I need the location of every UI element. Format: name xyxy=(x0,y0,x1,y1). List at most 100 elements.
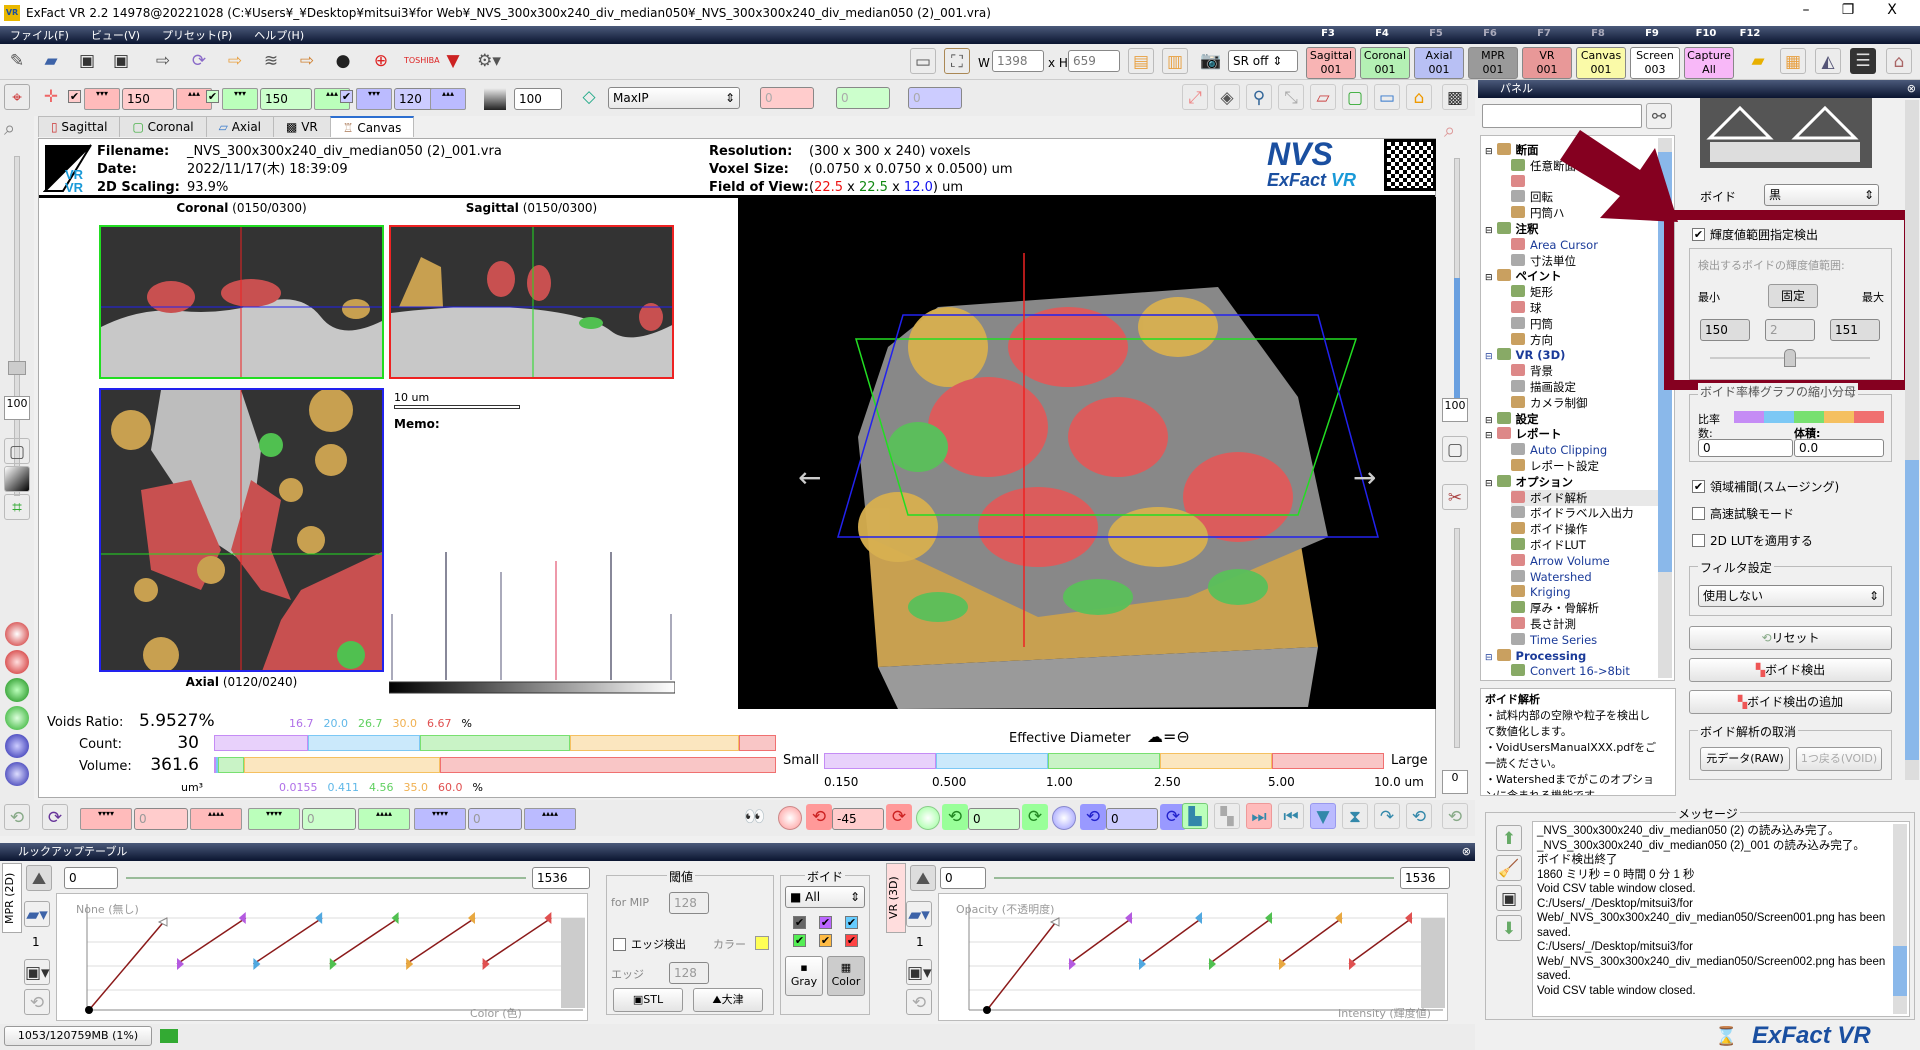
flip-icon[interactable]: ⟲ xyxy=(1406,803,1432,829)
clip-icon[interactable]: ✂ xyxy=(1442,484,1468,510)
void-select[interactable]: ■ All ⇕ xyxy=(785,886,865,908)
save-as-icon[interactable]: ▣ xyxy=(108,48,134,74)
lut-node[interactable] xyxy=(85,1006,93,1014)
tree-item[interactable]: ⊟ オプション xyxy=(1485,474,1573,490)
void-check-green[interactable]: ✔ xyxy=(793,934,806,947)
tab-vr-3d[interactable]: VR (3D) xyxy=(886,863,906,933)
color-button[interactable]: ▦ Color xyxy=(827,956,865,996)
map-export-icon[interactable]: ⇨ xyxy=(294,48,320,74)
tree-item[interactable]: 円筒 xyxy=(1511,316,1553,332)
undo-void-button[interactable]: 1つ戻る(VOID) xyxy=(1796,747,1882,771)
lut-zoom-icon[interactable]: ⛰ xyxy=(26,865,52,891)
lut-segment[interactable] xyxy=(1348,917,1413,965)
green-half-sphere-icon[interactable] xyxy=(5,706,29,730)
tree-item[interactable]: カメラ制御 xyxy=(1511,395,1588,411)
tab-axial[interactable]: ▱ Axial xyxy=(205,116,275,137)
mip-threshold-input[interactable]: 128 xyxy=(669,892,709,914)
tree-item[interactable] xyxy=(1511,174,1530,190)
lut-save-icon[interactable]: ▣▾ xyxy=(906,959,932,985)
void-check-orange[interactable]: ✔ xyxy=(819,934,832,947)
tree-item[interactable]: ボイド操作 xyxy=(1511,521,1588,537)
tab-canvas[interactable]: ♖ Canvas xyxy=(329,116,415,137)
contrast-icon[interactable] xyxy=(4,466,30,492)
fixed-button[interactable]: 固定 xyxy=(1768,284,1818,308)
tree-item[interactable]: ボイドLUT xyxy=(1511,537,1586,553)
red-rotation-ball[interactable] xyxy=(778,806,802,830)
coronal-view[interactable] xyxy=(99,225,384,379)
home-icon[interactable]: ⌂ xyxy=(1886,48,1912,74)
volume-denominator-input[interactable]: 0.0 xyxy=(1794,439,1884,457)
lut-node[interactable] xyxy=(983,1006,991,1014)
actual-size-icon[interactable]: ▭ xyxy=(910,48,936,74)
scroll-up-icon[interactable]: ⬆ xyxy=(1496,825,1522,851)
capture-axial-button[interactable]: Axial 001 xyxy=(1414,47,1464,79)
toshiba-export-icon[interactable]: TOSHIBA xyxy=(404,48,440,74)
red-slice-checkbox[interactable]: ✔ xyxy=(68,90,81,103)
save-log-icon[interactable]: ▣ xyxy=(1496,885,1522,911)
blue-decrement-buttons[interactable]: ▾▾▾▾ xyxy=(414,808,466,830)
menu-help[interactable]: ヘルプ(H) xyxy=(254,27,304,43)
green-rotation-input[interactable]: 0 xyxy=(968,808,1020,830)
capture-canvas-button[interactable]: Canvas 001 xyxy=(1576,47,1626,79)
filter-select[interactable]: 使用しない ⇕ xyxy=(1698,585,1884,607)
edge-color-swatch[interactable] xyxy=(755,936,769,950)
camera-icon[interactable]: 📷 xyxy=(1198,48,1224,74)
fast-mode-checkbox[interactable] xyxy=(1692,507,1705,520)
reset-view-icon[interactable]: ⟲ xyxy=(4,804,30,830)
red-slice-input[interactable]: 150 xyxy=(122,88,174,110)
green-decrement-buttons[interactable]: ▾▾▾ xyxy=(222,88,258,110)
tree-item[interactable]: ⊟ 注釈 xyxy=(1485,221,1539,237)
vr-lut-min-input[interactable]: 0 xyxy=(940,867,986,889)
gray-button[interactable]: ▪ Gray xyxy=(785,956,823,996)
smoothing-checkbox[interactable]: ✔ xyxy=(1692,480,1705,493)
tree-item[interactable]: レポート設定 xyxy=(1511,458,1599,474)
folder-open-icon[interactable]: ▰ xyxy=(1745,48,1771,74)
rotate-90-icon[interactable]: ↷ xyxy=(1374,803,1400,829)
message-scrollbar[interactable] xyxy=(1893,824,1907,1014)
tree-item[interactable]: 円筒ハ xyxy=(1511,205,1565,221)
lut-segment[interactable] xyxy=(405,917,476,965)
rotate-green-ccw-icon[interactable]: ⟲ xyxy=(942,804,968,830)
layout2-icon[interactable]: ▥ xyxy=(1162,48,1188,74)
red-half-sphere-icon[interactable] xyxy=(5,650,29,674)
gray-level-input[interactable]: 100 xyxy=(514,88,562,110)
vr-lut-max-input[interactable]: 1536 xyxy=(1400,867,1450,889)
lock-rotate-icon[interactable]: ⟳ xyxy=(42,804,68,830)
lut-open-icon[interactable]: ▰▾ xyxy=(906,901,932,927)
red-rotation-input[interactable]: -45 xyxy=(832,808,884,830)
apply-2d-lut-checkbox[interactable] xyxy=(1692,534,1705,547)
close-button[interactable]: X xyxy=(1872,2,1912,24)
lut-node[interactable] xyxy=(157,917,168,927)
roi-icon[interactable]: ⌗ xyxy=(4,494,30,520)
save-icon[interactable]: ▣ xyxy=(74,48,100,74)
sagittal-plane-icon[interactable]: ▱ xyxy=(1310,84,1336,110)
lut-save-icon[interactable]: ▣▾ xyxy=(24,959,50,985)
green-position-input[interactable]: 0 xyxy=(302,808,356,830)
void-check-gray[interactable]: ✔ xyxy=(793,916,806,929)
reset-rotation-icon[interactable]: ⟲ xyxy=(1442,803,1468,829)
tree-item[interactable]: Auto Clipping xyxy=(1511,442,1607,458)
reset-button[interactable]: ⟲リセット xyxy=(1689,626,1892,650)
stl-button[interactable]: ▣STL xyxy=(613,988,683,1012)
view-front-icon[interactable]: ▙ xyxy=(1182,803,1208,829)
mpr-lut-min-input[interactable]: 0 xyxy=(64,867,118,889)
tree-item[interactable]: Kriging xyxy=(1511,584,1571,600)
tree-item[interactable]: Convert 16->8bit xyxy=(1511,663,1630,679)
height-input[interactable]: 659 xyxy=(1068,50,1120,72)
view-back-icon[interactable]: ▚ xyxy=(1214,803,1240,829)
range-detect-checkbox[interactable]: ✔ xyxy=(1692,228,1705,241)
tree-item[interactable]: Time Series xyxy=(1511,632,1597,648)
fit-view-icon[interactable]: ▢ xyxy=(1442,436,1468,462)
edge-detect-checkbox[interactable] xyxy=(613,938,626,951)
mpr-lut-max-input[interactable]: 1536 xyxy=(532,867,590,889)
lut-segment[interactable] xyxy=(1278,917,1343,965)
fit-view-icon[interactable]: ▢ xyxy=(4,438,30,464)
lut-segment[interactable] xyxy=(1138,917,1203,965)
min-value-input[interactable]: 150 xyxy=(1700,319,1750,341)
lut-segment[interactable] xyxy=(1068,917,1133,965)
blue-position-input[interactable]: 0 xyxy=(468,808,522,830)
vr-lut-range-slider[interactable] xyxy=(994,877,1394,879)
max-value-input[interactable]: 151 xyxy=(1830,319,1880,341)
tree-item[interactable]: ボイド解析 xyxy=(1511,489,1661,506)
green-offset-input[interactable]: 0 xyxy=(836,87,890,109)
